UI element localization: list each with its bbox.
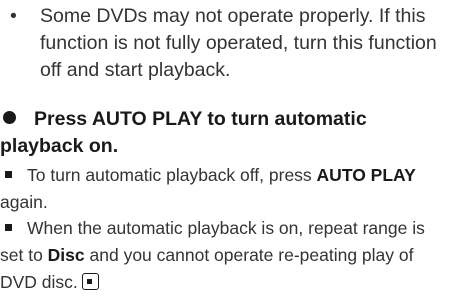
repeat-range-disc: Disc xyxy=(47,245,85,265)
bullet-dot: • xyxy=(10,5,17,27)
manual-page: • Some DVDs may not operate properly. If… xyxy=(0,0,451,306)
button-name-auto-play: AUTO PLAY xyxy=(316,165,416,185)
note-bullet-item: • Some DVDs may not operate properly. If… xyxy=(8,3,438,84)
end-of-section-icon xyxy=(81,273,99,290)
step-heading-text: Press AUTO PLAY to turn automatic playba… xyxy=(0,108,367,157)
square-bullet-icon xyxy=(5,171,12,178)
step-circle-icon xyxy=(3,111,16,124)
instruction-item-repeat-range: When the automatic playback is on, repea… xyxy=(0,215,447,296)
note-text: Some DVDs may not operate properly. If t… xyxy=(40,5,437,81)
square-bullet-icon xyxy=(5,224,12,231)
instruction-text: again. xyxy=(0,192,48,212)
instruction-text: To turn automatic playback off, press xyxy=(27,165,317,185)
instruction-item-auto-play-off: To turn automatic playback off, press AU… xyxy=(0,162,447,216)
step-heading: Press AUTO PLAY to turn automatic playba… xyxy=(0,106,445,160)
